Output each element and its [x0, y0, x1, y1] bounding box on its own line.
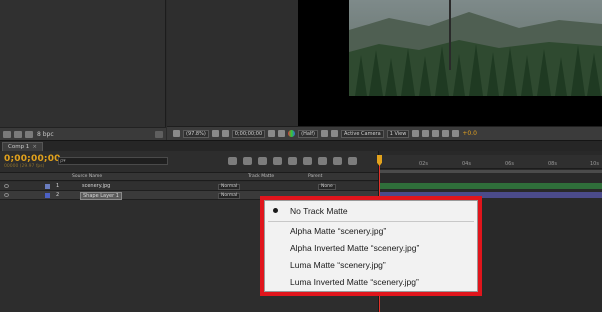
visibility-eye-icon[interactable] [4, 184, 9, 188]
timeline-tab-bar [0, 140, 602, 151]
layer-number: 1 [56, 183, 60, 189]
safe-margins-icon[interactable] [211, 130, 219, 137]
new-composition-icon[interactable] [25, 130, 33, 138]
timeline-switches [228, 155, 357, 167]
always-preview-icon[interactable] [173, 130, 180, 137]
work-area-bar[interactable] [380, 170, 602, 173]
layer-name[interactable]: scenery.jpg [82, 183, 110, 189]
resolution-dropdown[interactable]: (Half) [298, 129, 318, 138]
composition-toolbar: (97.8%) 0;00;00;00 (Half) Active Camera … [167, 126, 602, 140]
tab-label: Comp 1 [8, 144, 30, 150]
label-color-swatch[interactable] [45, 184, 50, 189]
ruler-label: 08s [548, 161, 557, 167]
mask-visibility-icon[interactable] [221, 130, 229, 137]
frame-rate-label: 00000 (29.97 fps) [4, 164, 45, 169]
motion-blur-icon[interactable] [303, 157, 312, 165]
show-snapshot-icon[interactable] [278, 130, 286, 137]
fast-previews-icon[interactable] [422, 130, 430, 137]
auto-keyframe-icon[interactable] [333, 157, 342, 165]
live-update-icon[interactable] [243, 157, 252, 165]
new-folder-icon[interactable] [14, 130, 22, 138]
channel-icon[interactable] [288, 130, 296, 137]
layer-number: 2 [56, 192, 60, 198]
menu-item-luma-matte[interactable]: Luma Matte “scenery.jpg” [290, 260, 386, 270]
tab-comp-1[interactable]: Comp 1 × [2, 142, 43, 151]
project-panel [0, 0, 166, 140]
toggle-pixel-aspect-icon[interactable] [412, 130, 420, 137]
view-layout-dropdown[interactable]: 1 View [386, 129, 410, 138]
ruler-label: 02s [419, 161, 428, 167]
transparency-grid-icon[interactable] [331, 130, 338, 137]
current-time-field[interactable]: 0;00;00;00 [231, 129, 266, 138]
layer-search-input[interactable] [58, 157, 168, 165]
bit-depth-button[interactable]: 8 bpc [37, 131, 54, 138]
ruler-label: 10s [590, 161, 599, 167]
timeline-icon[interactable] [432, 130, 440, 137]
menu-separator [268, 221, 474, 222]
blend-mode-dropdown[interactable]: Normal [218, 193, 241, 199]
label-color-swatch[interactable] [45, 193, 50, 198]
track-matte-header[interactable]: Track Matte [248, 174, 274, 179]
layer-duration-bar[interactable] [380, 183, 602, 189]
source-name-header[interactable]: Source Name [72, 174, 102, 179]
hide-shy-layers-icon[interactable] [273, 157, 282, 165]
exposure-value[interactable]: +0.0 [462, 130, 477, 137]
visibility-eye-icon[interactable] [4, 193, 9, 197]
exposure-reset-icon[interactable] [452, 130, 460, 137]
menu-item-alpha-inverted-matte[interactable]: Alpha Inverted Matte “scenery.jpg” [290, 243, 419, 253]
scenery-forest-graphic [349, 0, 602, 96]
project-footer: 8 bpc [0, 127, 166, 140]
search-icon: ρ▾ [60, 158, 66, 164]
parent-header[interactable]: Parent [308, 174, 322, 179]
camera-view-dropdown[interactable]: Active Camera [341, 129, 384, 138]
interpret-footage-icon[interactable] [3, 130, 11, 138]
ruler-label: 04s [462, 161, 471, 167]
brainstorm-icon[interactable] [318, 157, 327, 165]
close-icon[interactable]: × [32, 144, 37, 150]
menu-item-no-track-matte[interactable]: No Track Matte [290, 206, 348, 216]
graph-editor-icon[interactable] [348, 157, 357, 165]
current-time-display[interactable]: 0;00;00;00 [4, 154, 61, 164]
trash-icon[interactable] [155, 130, 163, 138]
menu-item-alpha-matte[interactable]: Alpha Matte “scenery.jpg” [290, 226, 386, 236]
draft-3d-icon[interactable] [258, 157, 267, 165]
blend-mode-dropdown[interactable]: Normal [218, 184, 241, 190]
time-ruler[interactable] [379, 155, 602, 169]
parent-dropdown[interactable]: None [318, 184, 336, 190]
menu-item-luma-inverted-matte[interactable]: Luma Inverted Matte “scenery.jpg” [290, 277, 419, 287]
selected-bullet-icon [273, 208, 278, 213]
region-of-interest-icon[interactable] [321, 130, 328, 137]
snapshot-icon[interactable] [268, 130, 276, 137]
scenery-image [349, 0, 602, 96]
flowchart-icon[interactable] [442, 130, 450, 137]
frame-blending-icon[interactable] [288, 157, 297, 165]
ruler-label: 06s [505, 161, 514, 167]
comp-mini-flowchart-icon[interactable] [228, 157, 237, 165]
layer-name[interactable]: Shape Layer 1 [80, 192, 122, 200]
magnification-dropdown[interactable]: (97.8%) [183, 129, 209, 138]
